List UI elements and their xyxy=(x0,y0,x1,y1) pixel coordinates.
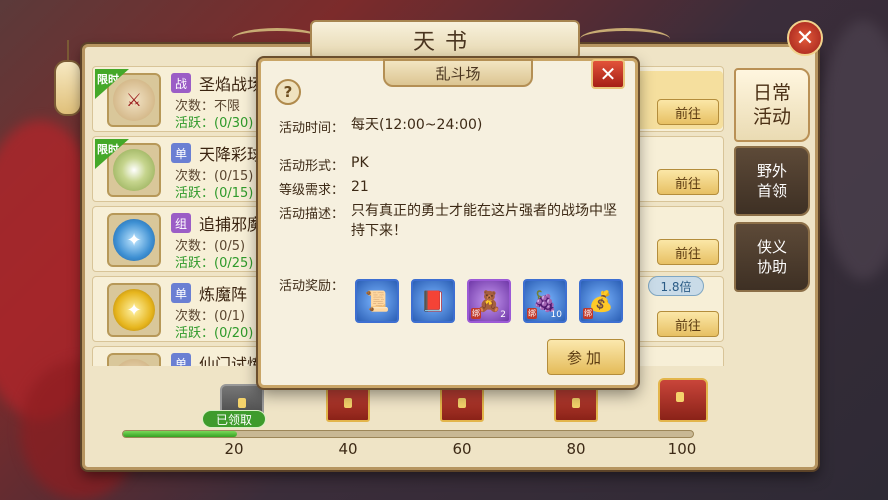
activity-name: 追捕邪魔 xyxy=(199,215,264,234)
milestone-label: 20 xyxy=(224,440,244,458)
activity-name: 天降彩球 xyxy=(199,145,264,164)
level-value: 21 xyxy=(351,179,369,195)
bind-tag: 绑 xyxy=(527,308,537,319)
activity-icon-frame: ✦ xyxy=(107,283,161,337)
tab-daily-activity[interactable]: 日常活动 xyxy=(734,68,810,142)
multiplier-badge: 1.8倍 xyxy=(648,276,704,296)
tab-label: 野外首领 xyxy=(756,162,787,200)
milestone-label: 100 xyxy=(667,440,697,458)
color-ball-icon xyxy=(113,149,155,191)
chase-demon-icon: ✦ xyxy=(113,219,155,261)
tab-chivalry-assist[interactable]: 侠义协助 xyxy=(734,222,810,292)
goto-button[interactable]: 前往 xyxy=(657,311,719,337)
activity-name: 仙门试炼 xyxy=(199,355,264,366)
close-button[interactable]: ✕ xyxy=(787,20,823,56)
chest-icon[interactable] xyxy=(554,384,598,422)
popup-close-button[interactable]: ✕ xyxy=(591,59,625,89)
bind-tag: 绑 xyxy=(583,308,593,319)
crossed-swords-icon: ⚔ xyxy=(113,79,155,121)
trial-icon xyxy=(113,359,155,366)
time-label: 活动时间： xyxy=(279,121,345,136)
goto-button[interactable]: 前往 xyxy=(657,169,719,195)
goto-button[interactable]: 前往 xyxy=(657,99,719,125)
lantern-string xyxy=(67,40,69,60)
activity-icon-frame: ✦ xyxy=(107,213,161,267)
scroll-icon[interactable]: 📜 xyxy=(355,279,399,323)
title-ornament-left xyxy=(232,28,322,50)
pouch-icon[interactable]: 💰 绑 xyxy=(579,279,623,323)
active-text: 活跃：(0/30) xyxy=(175,116,254,131)
window-title: 天书 xyxy=(310,20,580,60)
form-value: PK xyxy=(351,155,369,171)
reward-quantity: 2 xyxy=(500,310,506,320)
progress-bar xyxy=(122,430,694,438)
milestone-label: 60 xyxy=(452,440,472,458)
reward-label: 活动奖励： xyxy=(279,279,345,294)
solo-tag: 单 xyxy=(171,353,191,366)
activity-detail-popup: 乱斗场 ✕ ? 活动时间： 每天(12:00~24:00) 活动形式： PK 等… xyxy=(258,58,638,388)
demon-array-icon: ✦ xyxy=(113,289,155,331)
activity-icon-frame xyxy=(107,353,161,366)
chest-icon[interactable] xyxy=(326,384,370,422)
solo-tag: 单 xyxy=(171,143,191,163)
active-text: 活跃：(0/20) xyxy=(175,326,254,341)
battle-tag: 战 xyxy=(171,73,191,93)
tab-label: 日常活动 xyxy=(752,82,791,128)
join-button[interactable]: 参加 xyxy=(547,339,625,375)
doll-icon[interactable]: 🧸 绑 2 xyxy=(467,279,511,323)
title-ornament-right xyxy=(580,28,670,50)
active-text: 活跃：(0/25) xyxy=(175,256,254,271)
active-text: 活跃：(0/15) xyxy=(175,186,254,201)
chest-icon[interactable] xyxy=(440,384,484,422)
help-button[interactable]: ? xyxy=(275,79,301,105)
milestone-label: 40 xyxy=(338,440,358,458)
bind-tag: 绑 xyxy=(471,308,481,319)
time-value: 每天(12:00~24:00) xyxy=(351,117,483,133)
tab-label: 侠义协助 xyxy=(756,238,787,276)
solo-tag: 单 xyxy=(171,283,191,303)
grape-icon[interactable]: 🍇 绑 10 xyxy=(523,279,567,323)
tab-field-boss[interactable]: 野外首领 xyxy=(734,146,810,216)
description-value: 只有真正的勇士才能在这片强者的战场中坚持下来！ xyxy=(351,203,617,239)
description-label: 活动描述： xyxy=(279,207,345,222)
book-icon[interactable]: 📕 xyxy=(411,279,455,323)
claimed-label: 已领取 xyxy=(202,410,266,428)
lantern-decoration xyxy=(54,60,82,116)
big-chest-icon[interactable] xyxy=(658,378,708,422)
form-label: 活动形式： xyxy=(279,159,345,174)
reward-quantity: 10 xyxy=(550,310,562,320)
level-label: 等级需求： xyxy=(279,183,345,198)
goto-button[interactable]: 前往 xyxy=(657,239,719,265)
group-tag: 组 xyxy=(171,213,191,233)
progress-fill xyxy=(123,431,237,437)
milestone-label: 80 xyxy=(566,440,586,458)
activity-name: 炼魔阵 xyxy=(199,285,248,304)
popup-title: 乱斗场 xyxy=(383,59,533,87)
activity-name: 圣焰战场 xyxy=(199,75,264,94)
